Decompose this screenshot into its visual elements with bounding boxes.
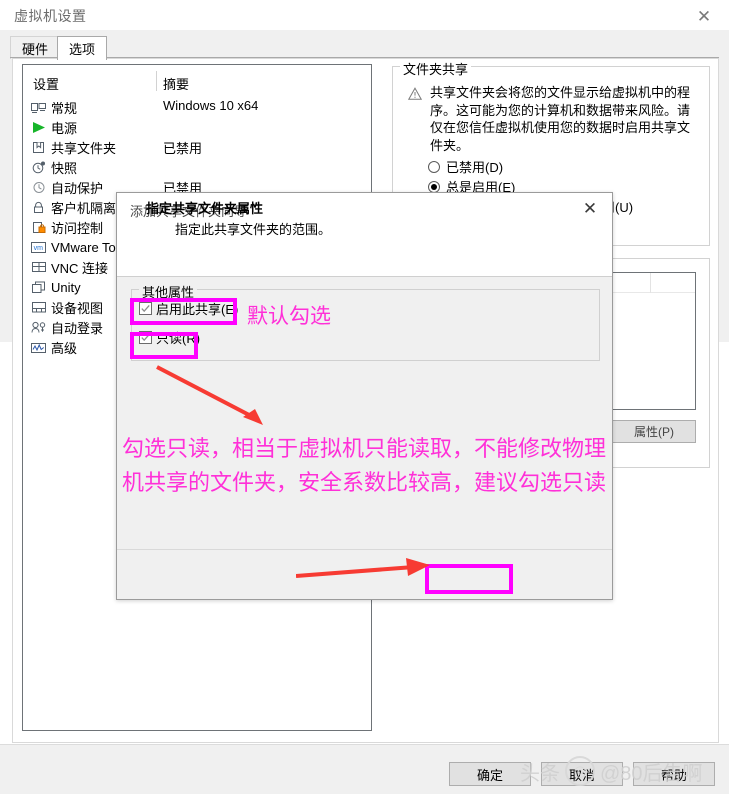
enable-share-checkbox-box — [139, 302, 152, 315]
settings-row-summary: Windows 10 x64 — [163, 98, 259, 113]
column-header-settings: 设置 — [33, 77, 60, 92]
tab-options[interactable]: 选项 — [57, 36, 108, 60]
settings-row-label: 常规 — [51, 101, 78, 116]
folders-header-divider-2 — [650, 273, 651, 293]
auto-login-icon — [31, 321, 46, 335]
settings-row-snapshot[interactable]: 快照 — [31, 158, 77, 177]
wizard-close-icon[interactable]: ✕ — [576, 197, 604, 221]
window-icon — [31, 281, 46, 295]
wizard-heading: 指定共享文件夹属性 — [146, 201, 264, 216]
settings-row-guest-isolation[interactable]: 客户机隔离 — [31, 198, 116, 217]
window-titlebar — [0, 0, 729, 30]
settings-row-label: 电源 — [51, 121, 78, 136]
tab-hardware[interactable]: 硬件 — [10, 36, 61, 59]
enable-share-checkbox-label: 启用此共享(E) — [156, 302, 239, 317]
settings-row-access-control[interactable]: 访问控制 — [31, 218, 103, 237]
settings-row-label: 访问控制 — [51, 221, 104, 236]
lock-icon — [31, 201, 46, 215]
settings-row-shared-folders[interactable]: 共享文件夹 — [31, 138, 116, 157]
settings-row-autoprotect[interactable]: 自动保护 — [31, 178, 103, 197]
window-close-icon[interactable]: ✕ — [689, 4, 719, 28]
bottom-divider — [0, 744, 729, 745]
settings-row-label: 设备视图 — [51, 301, 104, 316]
read-only-checkbox[interactable]: 只读(R) — [139, 328, 200, 347]
wizard-subheading: 指定此共享文件夹的范围。 — [175, 222, 332, 237]
properties-button[interactable]: 属性(P) — [612, 420, 696, 443]
settings-row-power[interactable]: 电源 — [31, 118, 77, 137]
warning-icon — [407, 87, 423, 101]
annotation-arrow-to-finish — [295, 556, 441, 586]
settings-row-general[interactable]: 常规 — [31, 98, 77, 117]
settings-row-label: 快照 — [51, 161, 78, 176]
vnc-icon — [31, 261, 46, 275]
settings-row-label: 自动登录 — [51, 321, 104, 336]
tab-bar: 硬件 选项 — [10, 36, 719, 60]
ok-button[interactable]: 确定 — [449, 762, 531, 786]
radio-disabled[interactable]: 已禁用(D) — [428, 157, 503, 176]
access-lock-icon — [31, 221, 46, 235]
play-icon — [31, 121, 46, 135]
radio-disabled-indicator — [428, 160, 440, 173]
help-button[interactable]: 帮助 — [633, 762, 715, 786]
clock-icon — [31, 161, 46, 175]
settings-row-advanced[interactable]: 高级 — [31, 338, 77, 357]
read-only-checkbox-label: 只读(R) — [156, 331, 201, 346]
svg-text:vm: vm — [34, 245, 44, 252]
advanced-icon — [31, 341, 46, 355]
device-view-icon — [31, 301, 46, 315]
radio-disabled-label: 已禁用(D) — [446, 160, 504, 175]
annotation-arrow-diagonal — [155, 365, 285, 430]
folder-sharing-legend: 文件夹共享 — [400, 59, 472, 78]
settings-row-label: 高级 — [51, 341, 78, 356]
window-title: 虚拟机设置 — [14, 8, 87, 24]
annotation-body-text: 勾选只读，相当于虚拟机只能读取，不能修改物理机共享的文件夹，安全系数比较高，建议… — [122, 436, 607, 495]
settings-row-summary: 已禁用 — [163, 141, 203, 156]
settings-row-label: 自动保护 — [51, 181, 104, 196]
settings-row-label: VNC 连接 — [51, 261, 109, 276]
history-icon — [31, 181, 46, 195]
settings-row-unity[interactable]: Unity — [31, 278, 81, 297]
settings-row-vnc[interactable]: VNC 连接 — [31, 258, 108, 277]
folder-sharing-warning-text: 共享文件夹会将您的文件显示给虚拟机中的程序。这可能为您的计算机和数据带来风险。请… — [430, 85, 691, 153]
monitor-icon — [31, 101, 46, 115]
settings-row-auto-login[interactable]: 自动登录 — [31, 318, 103, 337]
read-only-checkbox-box — [139, 331, 152, 344]
annotation-default-checked: 默认勾选 — [247, 305, 331, 328]
vm-icon: vm — [31, 241, 46, 255]
settings-row-device-view[interactable]: 设备视图 — [31, 298, 103, 317]
tab-hardware-label: 硬件 — [22, 41, 49, 57]
column-divider — [156, 71, 157, 91]
cancel-button[interactable]: 取消 — [541, 762, 623, 786]
radio-always-indicator — [428, 180, 440, 193]
enable-share-checkbox[interactable]: 启用此共享(E) — [139, 299, 238, 318]
tab-options-label: 选项 — [69, 42, 96, 57]
column-header-summary: 摘要 — [163, 77, 190, 92]
settings-row-label: 客户机隔离 — [51, 201, 117, 216]
settings-row-label: Unity — [51, 280, 81, 295]
folder-icon — [31, 141, 46, 155]
settings-row-label: 共享文件夹 — [51, 141, 117, 156]
